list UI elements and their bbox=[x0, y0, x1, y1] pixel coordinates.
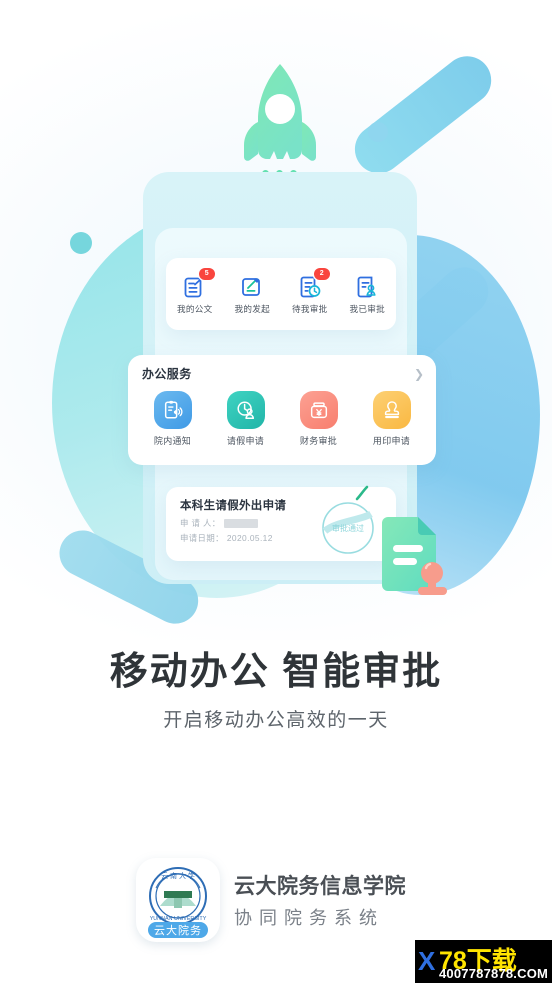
background-dot-left bbox=[70, 232, 92, 254]
office-service-card: 办公服务 ❯ 院内通知 请假申请 财务审批 用印申请 bbox=[128, 355, 436, 465]
finance-yen-icon bbox=[299, 391, 338, 429]
quick-action-my-documents[interactable]: 5 我的公文 bbox=[166, 267, 224, 315]
office-service-title: 办公服务 bbox=[142, 367, 192, 381]
quick-action-approved[interactable]: 我已审批 bbox=[339, 274, 397, 315]
applicant-value-redacted bbox=[223, 518, 258, 528]
green-document-stamp-icon bbox=[382, 517, 447, 595]
edit-document-icon bbox=[239, 274, 265, 300]
service-item-label: 财务审批 bbox=[299, 436, 338, 446]
service-item-leave-request[interactable]: 请假申请 bbox=[209, 391, 282, 447]
service-item-internal-notice[interactable]: 院内通知 bbox=[136, 391, 209, 447]
approved-person-icon bbox=[354, 274, 380, 300]
document-arrow-icon: 5 bbox=[182, 267, 215, 300]
pending-clock-icon: 2 bbox=[297, 267, 330, 300]
quick-actions-card: 5 我的公文 我的发起 2 待我审批 我已审批 bbox=[166, 258, 396, 330]
document-title: 本科生请假外出申请 bbox=[180, 500, 287, 512]
badge-count: 5 bbox=[198, 267, 215, 280]
headline-title: 移动办公 智能审批 bbox=[109, 651, 443, 693]
announcement-icon bbox=[153, 391, 192, 429]
quick-action-label: 我的公文 bbox=[176, 303, 213, 314]
service-item-seal-request[interactable]: 用印申请 bbox=[355, 391, 428, 447]
seal-text: 审批通过 bbox=[332, 523, 364, 533]
brand-name: 云大院务信息学院 bbox=[234, 875, 406, 898]
date-label: 申请日期： bbox=[180, 533, 224, 543]
svg-text:云 南 大 学: 云 南 大 学 bbox=[161, 871, 195, 880]
date-value: 2020.05.12 bbox=[226, 533, 273, 543]
quick-action-label: 待我审批 bbox=[291, 303, 328, 314]
document-date-row: 申请日期： 2020.05.12 bbox=[180, 532, 273, 544]
watermark: X 78下载 4007787878.COM bbox=[415, 940, 552, 983]
applicant-label: 申 请 人： bbox=[180, 518, 221, 528]
rocket-icon bbox=[244, 64, 316, 161]
brand-subtitle: 协同院务系统 bbox=[234, 908, 384, 928]
watermark-url: 4007787878.COM bbox=[439, 966, 549, 981]
background-dot-right bbox=[368, 122, 388, 142]
watermark-logo-letter: X bbox=[418, 946, 436, 976]
yunnan-university-app-icon: 云 南 大 学 YUNNAN UNIVERSITY 云大院务 bbox=[136, 858, 220, 942]
quick-action-label: 我的发起 bbox=[234, 303, 271, 314]
leave-clock-person-icon bbox=[226, 391, 265, 429]
app-icon-ribbon-text: 云大院务 bbox=[154, 923, 202, 937]
document-applicant-row: 申 请 人： bbox=[180, 517, 258, 529]
quick-action-pending-approval[interactable]: 2 待我审批 bbox=[281, 267, 339, 315]
brand-footer: 云 南 大 学 YUNNAN UNIVERSITY 云大院务 云大院务信息学院 … bbox=[136, 858, 406, 942]
service-item-label: 院内通知 bbox=[153, 436, 192, 446]
splash-screen: 5 我的公文 我的发起 2 待我审批 我已审批 办公服务 ❯ 院内通知 请假申请… bbox=[0, 0, 552, 983]
svg-text:YUNNAN UNIVERSITY: YUNNAN UNIVERSITY bbox=[150, 916, 207, 922]
chevron-right-icon[interactable]: ❯ bbox=[414, 368, 424, 380]
quick-action-my-initiated[interactable]: 我的发起 bbox=[224, 274, 282, 315]
badge-count: 2 bbox=[313, 267, 330, 280]
headline-subtitle: 开启移动办公高效的一天 bbox=[163, 710, 389, 731]
quick-action-label: 我已审批 bbox=[349, 303, 386, 314]
service-item-label: 请假申请 bbox=[226, 436, 265, 446]
seal-stamp-icon bbox=[372, 391, 411, 429]
approval-seal-icon: 审批通过 bbox=[322, 502, 374, 554]
service-item-finance-approval[interactable]: 财务审批 bbox=[282, 391, 355, 447]
service-item-label: 用印申请 bbox=[372, 436, 411, 446]
